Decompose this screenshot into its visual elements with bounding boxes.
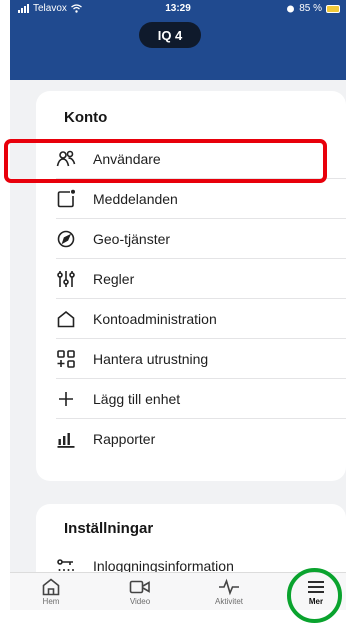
device-selector[interactable]: IQ 4 (139, 22, 201, 48)
settings-title: Inställningar (64, 520, 154, 537)
menu-item-label: Rapporter (93, 431, 156, 447)
menu-item-rules[interactable]: Regler (36, 259, 346, 299)
menu-item-geo[interactable]: Geo-tjänster (36, 219, 346, 259)
menu-item-label: Meddelanden (93, 191, 178, 207)
tab-activity[interactable]: Aktivitet (199, 577, 259, 611)
menu-item-label: Lägg till enhet (93, 391, 181, 407)
menu-item-equipment[interactable]: Hantera utrustning (36, 339, 346, 379)
header: Telavox 13:29 85 % IQ 4 (10, 0, 346, 80)
home-icon (40, 577, 62, 597)
status-bar: Telavox 13:29 85 % (10, 0, 346, 20)
tab-video[interactable]: Video (110, 577, 170, 611)
menu-item-add-device[interactable]: Lägg till enhet (36, 379, 346, 419)
video-icon (129, 577, 151, 597)
tab-home[interactable]: Hem (21, 577, 81, 611)
activity-icon (218, 577, 240, 597)
tab-label: Aktivitet (214, 597, 243, 606)
battery-percent: 85 % (299, 3, 322, 14)
menu-item-messages[interactable]: Meddelanden (36, 179, 346, 219)
battery: 85 % (286, 3, 340, 14)
rules-icon (56, 269, 76, 289)
tab-label: Hem (42, 597, 60, 606)
menu-item-label: Regler (93, 271, 135, 287)
menu-item-account-admin[interactable]: Kontoadministration (36, 299, 346, 339)
home-icon (56, 309, 76, 329)
circle-annotation (287, 568, 342, 623)
alarm-icon (287, 5, 295, 13)
menu-item-label: Hantera utrustning (93, 351, 209, 367)
tab-label: Video (129, 597, 151, 606)
geo-icon (56, 229, 76, 249)
plus-icon (56, 389, 76, 409)
reports-icon (56, 429, 76, 449)
account-title: Konto (64, 109, 108, 126)
menu-item-label: Geo-tjänster (93, 231, 171, 247)
highlight-annotation (4, 139, 327, 183)
menu-item-reports[interactable]: Rapporter (36, 419, 346, 459)
app-screen: Telavox 13:29 85 % IQ 4 Konto Användare … (10, 0, 346, 610)
menu-item-label: Kontoadministration (93, 311, 217, 327)
battery-icon (326, 4, 340, 13)
equipment-icon (56, 349, 76, 369)
messages-icon (56, 189, 76, 209)
